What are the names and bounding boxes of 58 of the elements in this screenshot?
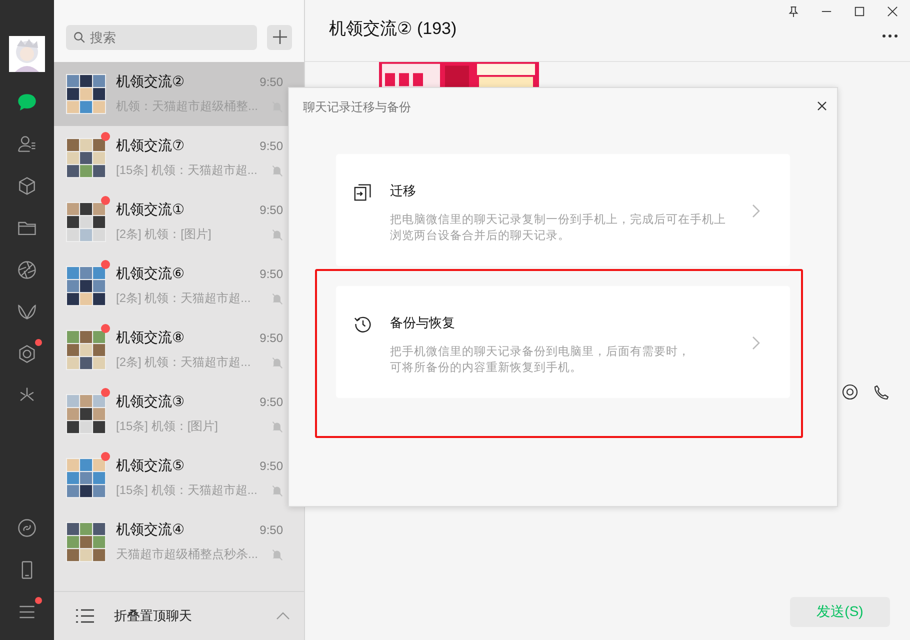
message-preview: [15条] 机领：天猫超市超... — [116, 162, 258, 179]
chat-icon[interactable] — [16, 91, 38, 113]
chat-name: 机领交流① — [116, 201, 185, 219]
pin-icon[interactable] — [788, 6, 799, 17]
chat-name: 机领交流② — [116, 73, 185, 91]
aperture-icon[interactable] — [16, 259, 38, 281]
chat-row[interactable]: 机领交流④ 9:50 天猫超市超级桶整点秒杀... — [54, 510, 304, 574]
option-card[interactable]: 备份与恢复 把手机微信里的聊天记录备份到电脑里，后面有需要时， 可将所备份的内容重新恢复到手机。 — [336, 286, 790, 398]
chevron-right-icon — [752, 204, 760, 218]
option-title: 迁移 — [390, 182, 417, 200]
fold-pinned-chats[interactable]: 折叠置顶聊天 — [114, 607, 256, 625]
plus-icon — [272, 30, 286, 44]
chat-row[interactable]: 机领交流⑥ 9:50 [2条] 机领：天猫超市超... — [54, 254, 304, 318]
chat-row[interactable]: 机领交流① 9:50 [2条] 机领：[图片] — [54, 190, 304, 254]
chat-time: 9:50 — [260, 139, 283, 153]
more-icon[interactable] — [882, 34, 898, 38]
add-button[interactable] — [267, 24, 292, 50]
chat-time: 9:50 — [260, 395, 283, 409]
search-icon — [73, 30, 86, 44]
list-icon — [76, 609, 94, 623]
message-preview: 天猫超市超级桶整点秒杀... — [116, 546, 258, 563]
cube-icon[interactable] — [16, 175, 38, 197]
close-icon[interactable] — [887, 6, 898, 17]
dialog-title: 聊天记录迁移与备份 — [303, 99, 411, 116]
option-title: 备份与恢复 — [390, 314, 456, 332]
message-preview: [2条] 机领：[图片] — [116, 226, 212, 243]
chat-time: 9:50 — [260, 203, 283, 217]
chat-name: 机领交流③ — [116, 393, 185, 411]
import-icon — [354, 183, 372, 201]
message-preview: [2条] 机领：天猫超市超... — [116, 354, 251, 371]
chat-name: 机领交流④ — [116, 521, 185, 539]
option-description: 把电脑微信里的聊天记录复制一份到手机上，完成后可在手机上浏览两台设备合并后的聊天记录。 — [390, 212, 727, 244]
chat-row[interactable]: 机领交流⑦ 9:50 [15条] 机领：天猫超市超... — [54, 126, 304, 190]
chat-name: 机领交流⑥ — [116, 265, 185, 283]
link-icon[interactable] — [16, 517, 38, 539]
option-description: 把手机微信里的聊天记录备份到电脑里，后面有需要时， 可将所备份的内容重新恢复到手机。 — [390, 344, 691, 376]
chat-time: 9:50 — [260, 267, 283, 281]
chat-name: 机领交流⑤ — [116, 457, 185, 475]
contacts-icon[interactable] — [16, 133, 38, 155]
message-preview: [15条] 机领：[图片] — [116, 418, 218, 435]
option-card[interactable]: 迁移 把电脑微信里的聊天记录复制一份到手机上，完成后可在手机上浏览两台设备合并后的聊天记录。 — [336, 154, 790, 266]
chat-time: 9:50 — [260, 459, 283, 473]
chat-name: 机领交流⑦ — [116, 137, 185, 155]
chat-time: 9:50 — [260, 523, 283, 537]
chat-row[interactable]: 机领交流⑤ 9:50 [15条] 机领：天猫超市超... — [54, 446, 304, 510]
message-preview: [15条] 机领：天猫超市超... — [116, 482, 258, 499]
maximize-icon[interactable] — [854, 6, 865, 17]
message-preview: [2条] 机领：天猫超市超... — [116, 290, 251, 307]
chevron-right-icon — [752, 336, 760, 350]
chat-row[interactable]: 机领交流⑧ 9:50 [2条] 机领：天猫超市超... — [54, 318, 304, 382]
close-icon[interactable] — [817, 101, 827, 111]
chat-title: 机领交流② (193) — [329, 18, 457, 40]
search-field[interactable]: 搜索 — [66, 24, 257, 50]
chat-time: 9:50 — [260, 331, 283, 345]
history-icon — [354, 315, 372, 333]
chat-row[interactable]: 机领交流③ 9:50 [15条] 机领：[图片] — [54, 382, 304, 446]
chat-name: 机领交流⑧ — [116, 329, 185, 347]
chat-time: 9:50 — [260, 75, 283, 89]
